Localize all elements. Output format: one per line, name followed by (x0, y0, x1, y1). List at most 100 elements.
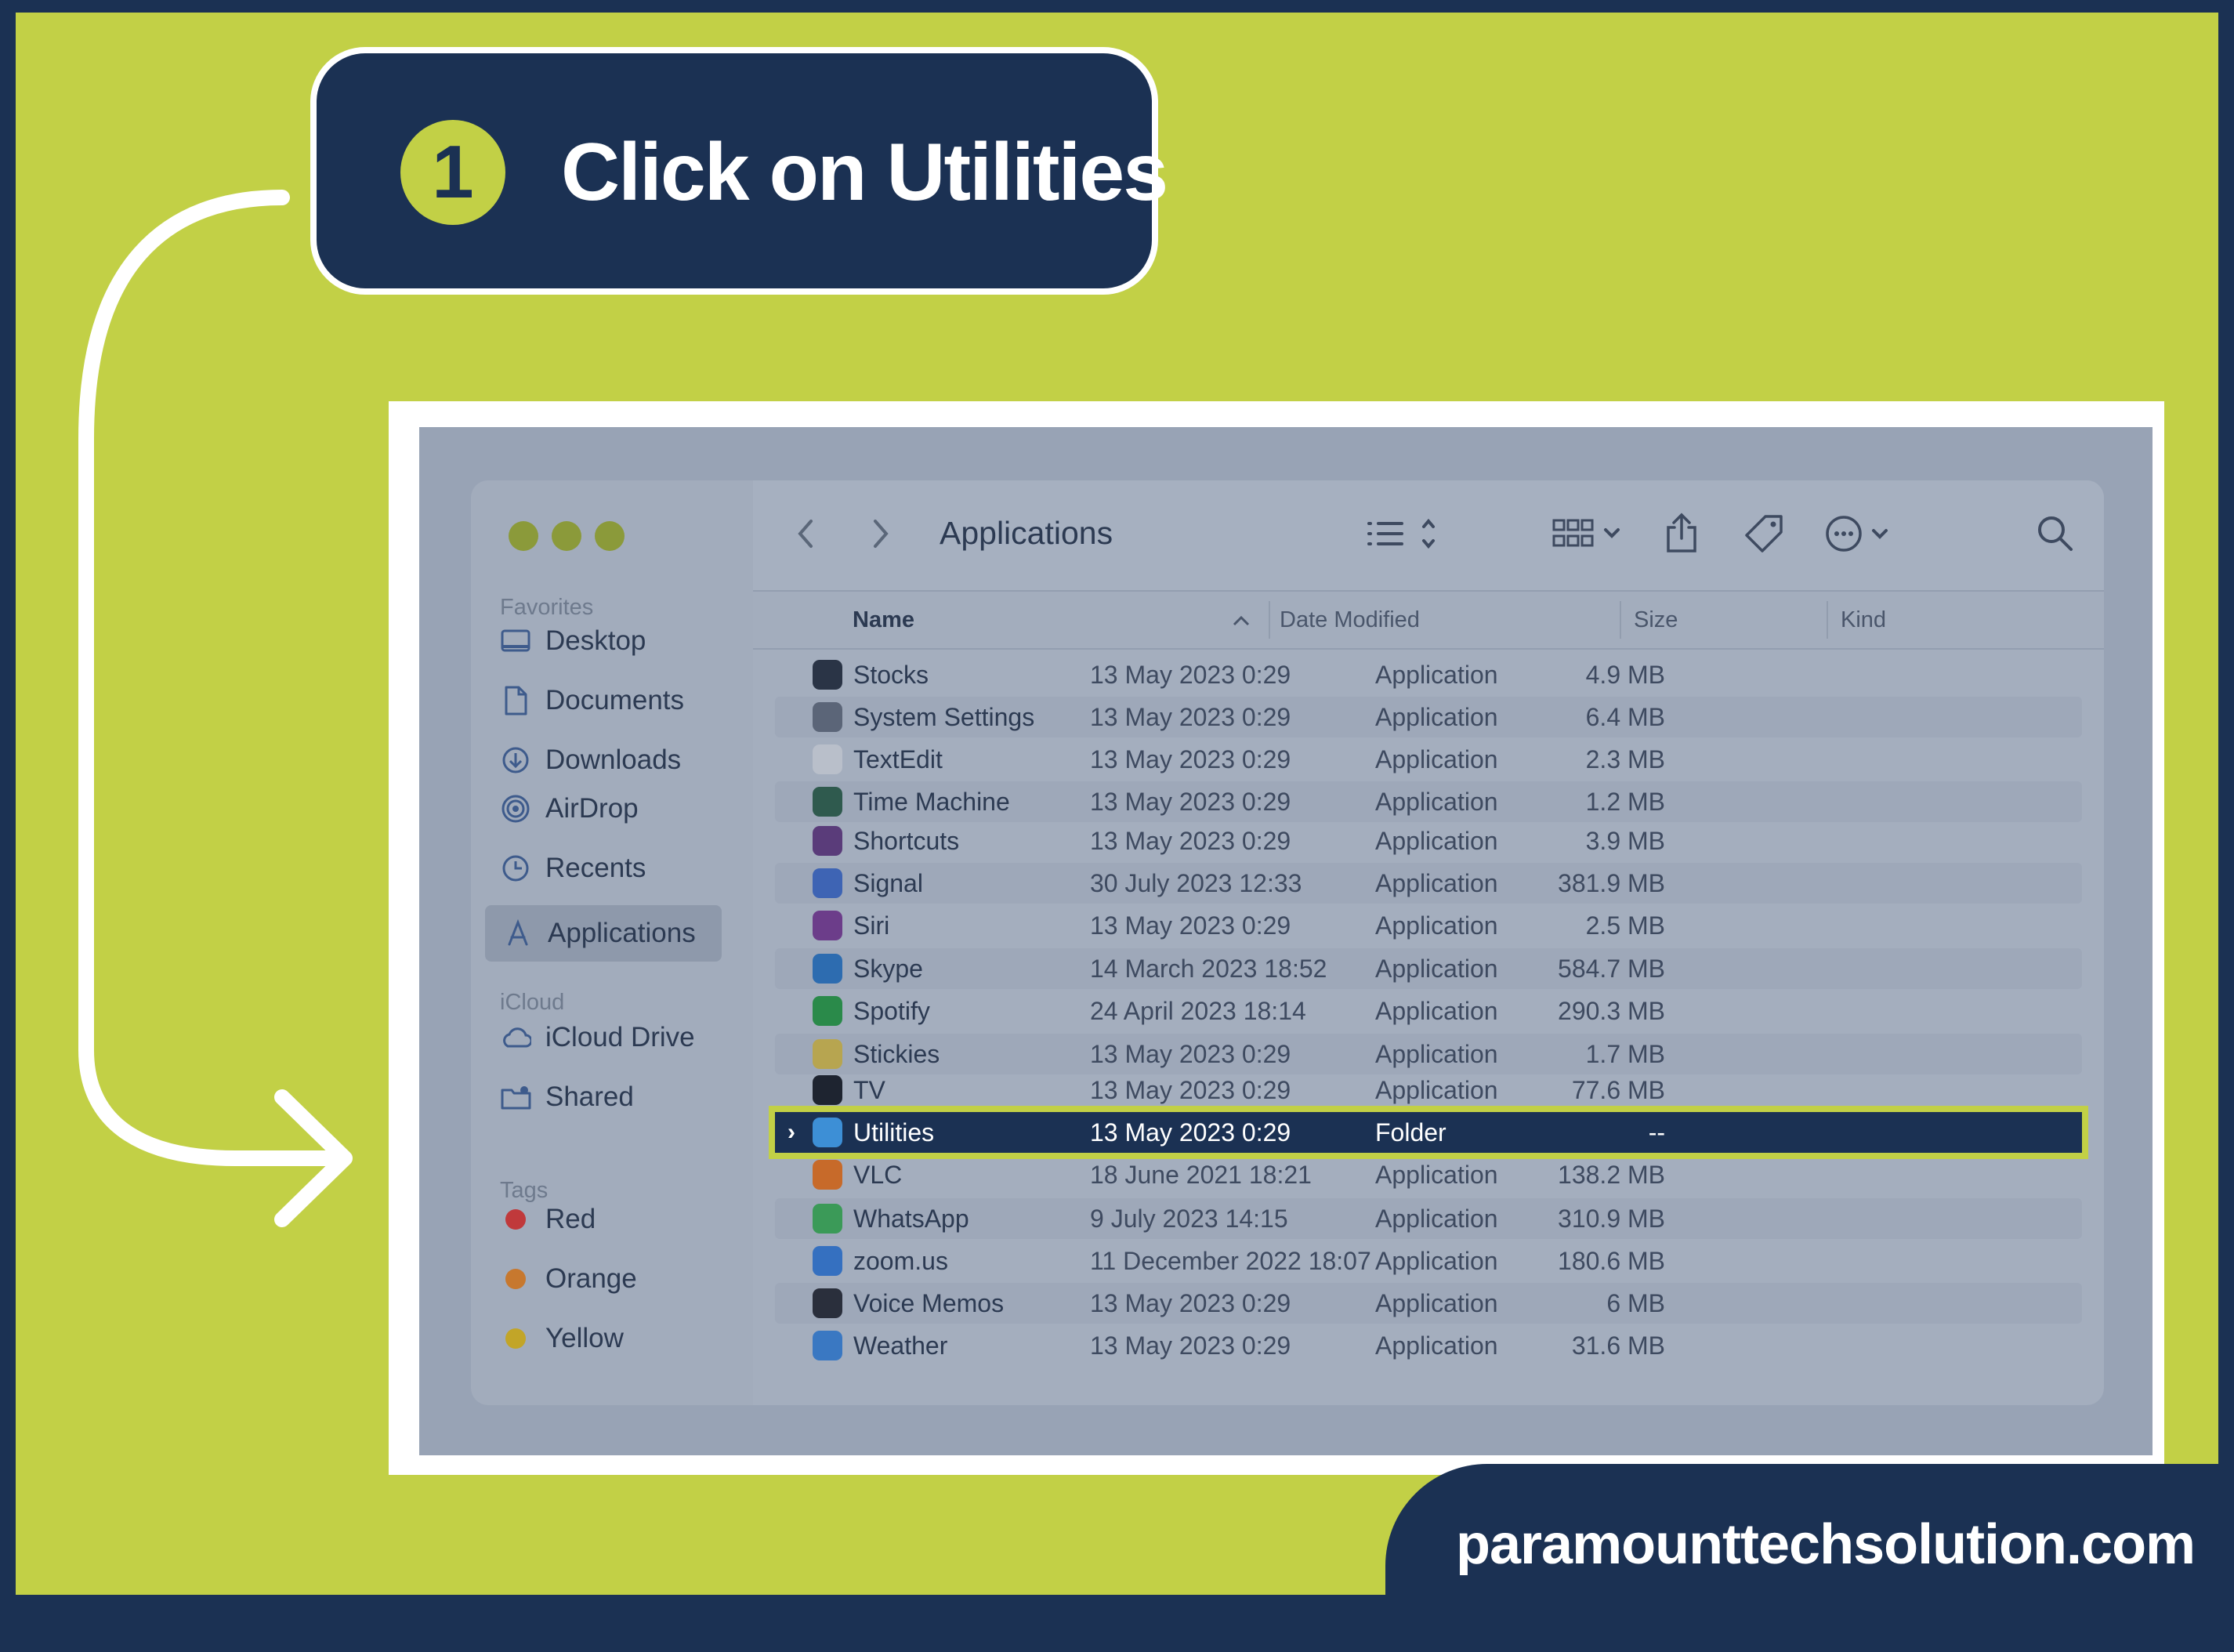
sidebar-item-downloads[interactable]: Downloads (500, 741, 681, 780)
cell-size: -- (1648, 1118, 1665, 1147)
table-row[interactable]: Stickies 13 May 2023 0:29 1.7 MB Applicatio… (775, 1034, 2082, 1074)
column-header-name[interactable]: Name (853, 607, 914, 633)
sidebar-tag-red[interactable]: Red (500, 1200, 596, 1239)
column-header-size[interactable]: Size (1634, 607, 1678, 633)
sidebar-item-applications[interactable]: Applications (485, 905, 722, 962)
view-mode-button[interactable] (1364, 512, 1443, 556)
app-icon (813, 660, 842, 690)
forward-button[interactable] (869, 512, 893, 556)
tag-button[interactable] (1742, 512, 1786, 556)
download-icon (500, 744, 531, 776)
table-row[interactable]: Shortcuts 13 May 2023 0:29 3.9 MB Applicati… (775, 821, 2082, 861)
sidebar-item-label: Yellow (545, 1323, 624, 1353)
shared-folder-icon (500, 1081, 531, 1113)
cell-date: 13 May 2023 0:29 (1090, 744, 1291, 773)
app-icon (813, 1331, 842, 1360)
cell-name: Shortcuts (853, 826, 960, 855)
app-icon (813, 1204, 842, 1234)
table-row[interactable]: Time Machine 13 May 2023 0:29 1.2 MB Applic… (775, 781, 2082, 822)
sidebar-item-label: Shared (545, 1081, 634, 1112)
zoom-window-button[interactable] (595, 521, 625, 551)
table-row[interactable]: WhatsApp 9 July 2023 14:15 310.9 MB Applica… (775, 1198, 2082, 1239)
table-row[interactable]: Siri 13 May 2023 0:29 2.5 MB Application (775, 905, 2082, 946)
cell-kind: Application (1375, 868, 1498, 897)
grid-group-icon (1552, 519, 1620, 547)
sidebar-item-label: Red (545, 1204, 596, 1234)
sidebar-item-label: AirDrop (545, 793, 639, 824)
sidebar-tag-yellow[interactable]: Yellow (500, 1319, 624, 1358)
app-icon (813, 1075, 842, 1105)
app-icon (813, 954, 842, 984)
cell-date: 13 May 2023 0:29 (1090, 660, 1291, 689)
table-row[interactable]: zoom.us 11 December 2022 18:07 180.6 MB App… (775, 1241, 2082, 1281)
favorites-heading: Favorites (500, 595, 594, 620)
icloud-heading: iCloud (500, 990, 565, 1015)
disclosure-chevron-icon[interactable]: › (788, 1119, 795, 1146)
cell-date: 30 July 2023 12:33 (1090, 868, 1302, 897)
close-window-button[interactable] (509, 521, 538, 551)
minimize-window-button[interactable] (552, 521, 581, 551)
cell-kind: Application (1375, 1246, 1498, 1275)
chevron-right-icon (874, 520, 889, 548)
applications-icon (502, 918, 534, 949)
cell-name: Voice Memos (853, 1288, 1005, 1317)
share-button[interactable] (1662, 512, 1701, 556)
group-button[interactable] (1551, 512, 1629, 556)
sidebar-item-recents[interactable]: Recents (500, 849, 646, 888)
sidebar-tag-orange[interactable]: Orange (500, 1259, 637, 1299)
table-row[interactable]: Weather 13 May 2023 0:29 31.6 MB Applicatio… (775, 1325, 2082, 1366)
table-row[interactable]: Spotify 24 April 2023 18:14 290.3 MB Applic… (775, 991, 2082, 1031)
sidebar-item-documents[interactable]: Documents (500, 681, 684, 720)
cell-name: Stickies (853, 1039, 940, 1068)
cell-name: Spotify (853, 996, 930, 1025)
cloud-icon (500, 1022, 531, 1053)
cell-name: zoom.us (853, 1246, 948, 1275)
back-button[interactable] (794, 512, 817, 556)
more-actions-button[interactable] (1823, 512, 1902, 556)
table-row[interactable]: Voice Memos 13 May 2023 0:29 6 MB Applicati… (775, 1283, 2082, 1324)
app-icon (813, 702, 842, 732)
table-row[interactable]: Signal 30 July 2023 12:33 381.9 MB Applicat… (775, 863, 2082, 904)
cell-kind: Application (1375, 826, 1498, 855)
file-row-utilities[interactable]: › Utilities 13 May 2023 0:29 -- Folder (769, 1106, 2088, 1159)
sidebar-item-shared[interactable]: Shared (500, 1078, 634, 1117)
list-view-icon (1367, 518, 1435, 549)
column-header-kind[interactable]: Kind (1841, 607, 1886, 633)
cell-kind: Application (1375, 660, 1498, 689)
app-icon (813, 1246, 842, 1276)
cell-name: Stocks (853, 660, 929, 689)
app-icon (813, 1160, 842, 1190)
cell-kind: Application (1375, 702, 1498, 731)
table-row[interactable]: Stocks 13 May 2023 0:29 4.9 MB Application (775, 654, 2082, 695)
table-row[interactable]: TextEdit 13 May 2023 0:29 2.3 MB Applicatio… (775, 739, 2082, 780)
column-divider (1269, 601, 1270, 639)
tag-icon (1745, 515, 1783, 552)
table-row[interactable]: System Settings 13 May 2023 0:29 6.4 MB App… (775, 697, 2082, 737)
search-button[interactable] (2035, 512, 2076, 556)
website-url[interactable]: paramounttechsolution.com (1456, 1513, 2196, 1577)
table-row[interactable]: TV 13 May 2023 0:29 77.6 MB Application (775, 1070, 2082, 1110)
cell-name: Time Machine (853, 787, 1010, 816)
column-header-date[interactable]: Date Modified (1280, 607, 1420, 633)
finder-sidebar: Favorites Desktop Documents Downloads Ai… (471, 480, 753, 1405)
app-icon (813, 1039, 842, 1069)
column-divider (1620, 601, 1621, 639)
cell-kind: Application (1375, 1075, 1498, 1104)
search-icon (2038, 516, 2073, 551)
cell-kind: Application (1375, 1331, 1498, 1360)
sidebar-item-desktop[interactable]: Desktop (500, 621, 646, 661)
cell-name: Skype (853, 954, 923, 983)
cell-name: Siri (853, 911, 890, 940)
sidebar-item-airdrop[interactable]: AirDrop (500, 789, 639, 828)
table-row[interactable]: Skype 14 March 2023 18:52 584.7 MB Applicat… (775, 948, 2082, 989)
app-icon (813, 911, 842, 940)
sort-ascending-icon (1233, 615, 1250, 626)
sidebar-item-icloud-drive[interactable]: iCloud Drive (500, 1018, 695, 1057)
cell-date: 13 May 2023 0:29 (1090, 1331, 1291, 1360)
cell-date: 13 May 2023 0:29 (1090, 702, 1291, 731)
cell-name: Utilities (853, 1118, 935, 1147)
step-number-badge: 1 (400, 120, 505, 225)
sidebar-item-label: Downloads (545, 744, 682, 775)
sidebar-item-label: Orange (545, 1263, 637, 1294)
table-row[interactable]: VLC 18 June 2021 18:21 138.2 MB Application (775, 1154, 2082, 1195)
